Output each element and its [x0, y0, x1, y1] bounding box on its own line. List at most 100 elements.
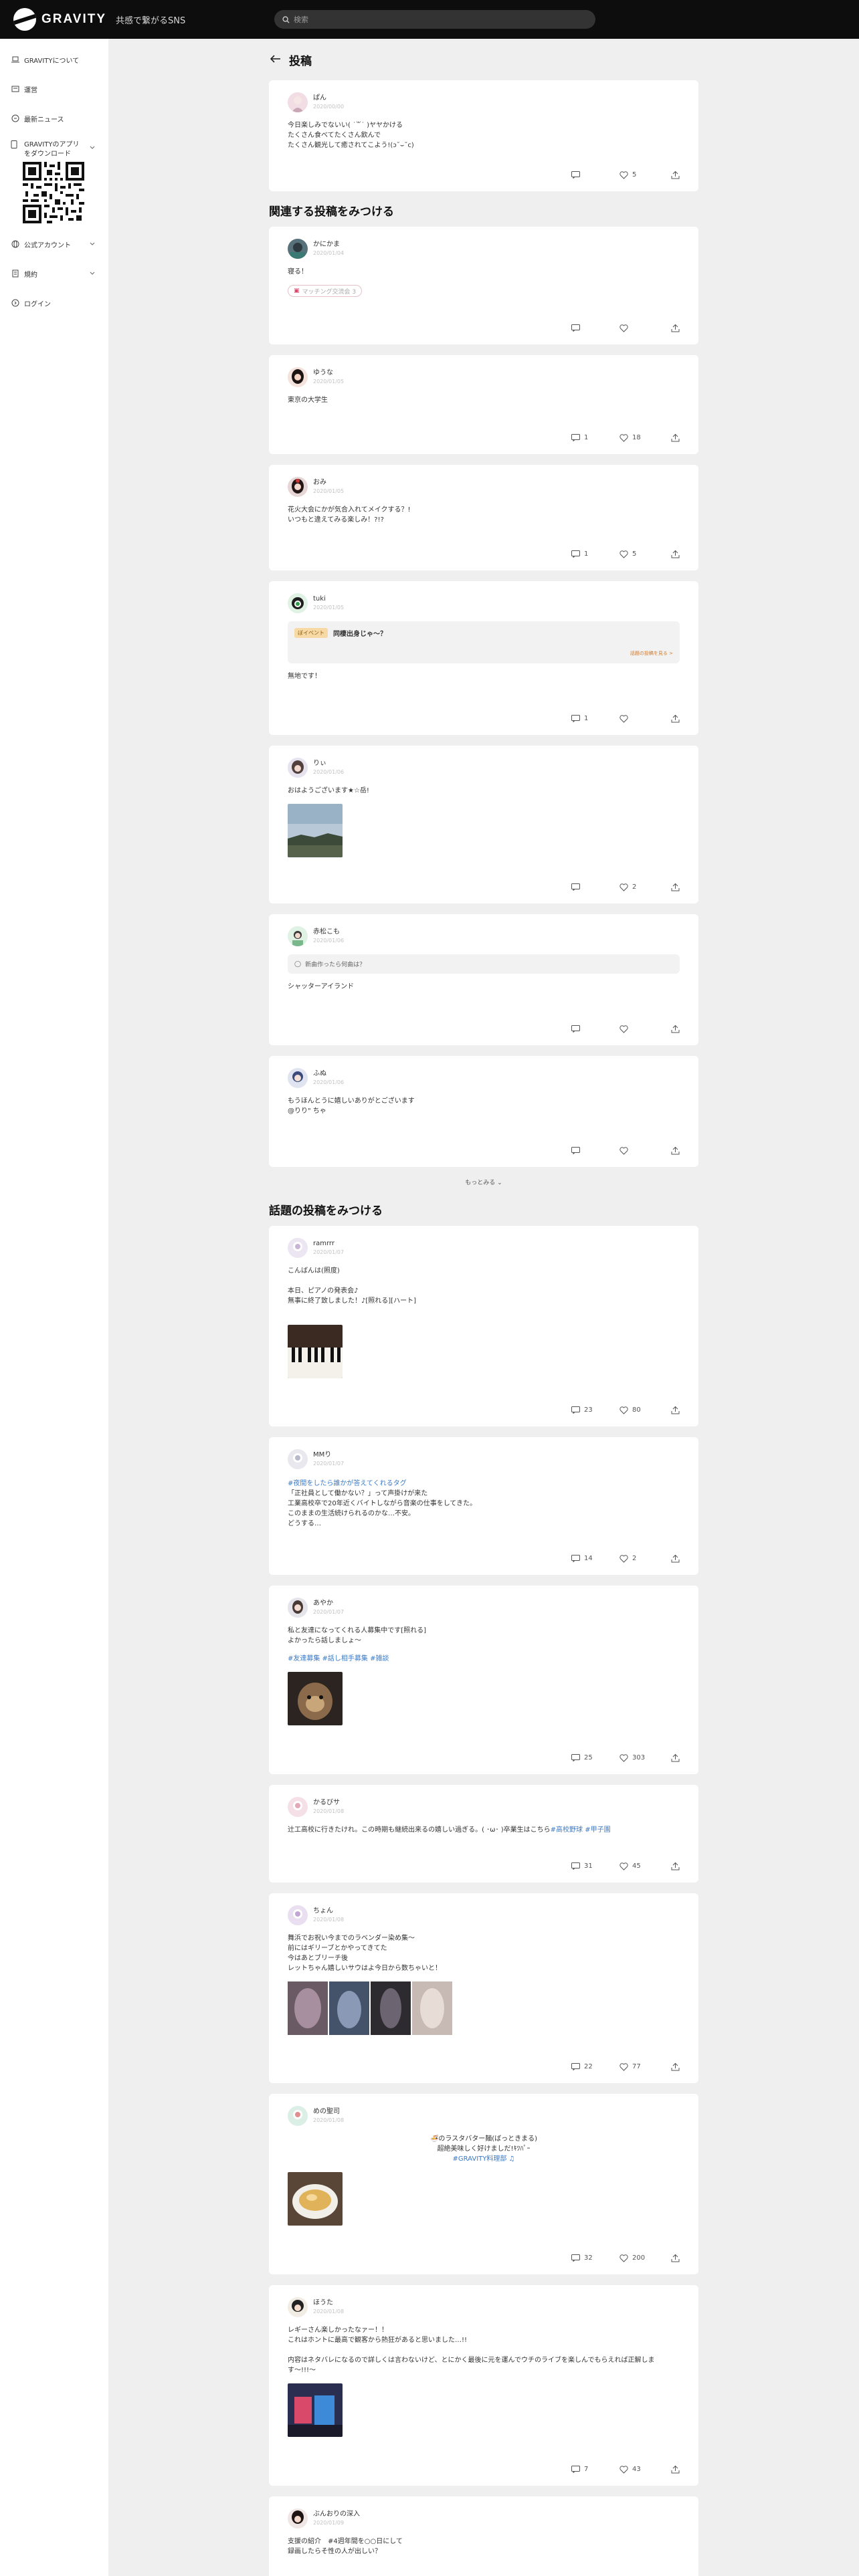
event-link[interactable]: 話題の投稿を見る >	[294, 650, 673, 657]
share-button[interactable]	[668, 1862, 680, 1870]
like-button[interactable]: 5	[619, 171, 668, 179]
comment-button[interactable]: 1	[571, 715, 619, 722]
sidebar-item-operation[interactable]: 運営	[0, 82, 108, 96]
avatar[interactable]	[288, 2297, 308, 2317]
gallery-image[interactable]	[371, 1981, 411, 2035]
post-card[interactable]: かるびサ 2020/01/08 辻工高校に行きたけれ。この時期も継続出来るの嬉しい…	[269, 1785, 698, 1883]
post-card[interactable]: MMり 2020/01/07 #夜間をしたら誰かが答えてくれるタグ 「正社員として…	[269, 1437, 698, 1575]
share-button[interactable]	[668, 1554, 680, 1563]
post-hashtags[interactable]: #GRAVITY料理部 ♫	[288, 2154, 680, 2164]
comment-button[interactable]: 23	[571, 1406, 619, 1414]
post-card[interactable]: めの聖司 2020/01/08 🍜のラスタバター麺(ばっときまる) 超絶美味しく好…	[269, 2094, 698, 2274]
avatar[interactable]	[288, 758, 308, 778]
like-button[interactable]: 2	[619, 883, 668, 891]
avatar[interactable]	[288, 1238, 308, 1258]
sidebar-item-about[interactable]: GRAVITYについて	[0, 52, 108, 67]
comment-button[interactable]: 32	[571, 2254, 619, 2262]
question-box[interactable]: ◯ 新曲作ったら何曲は？	[288, 954, 680, 974]
post-image-piano[interactable]	[288, 1325, 343, 1378]
share-button[interactable]	[668, 1025, 680, 1033]
topic-chip[interactable]: ▣ マッチング交流会 3	[288, 285, 363, 297]
gallery-image[interactable]	[329, 1981, 369, 2035]
like-button[interactable]: 77	[619, 2062, 668, 2071]
sidebar-item-news[interactable]: 最新ニュース	[0, 111, 108, 126]
like-button[interactable]	[619, 324, 668, 332]
share-button[interactable]	[668, 2254, 680, 2262]
username[interactable]: かにかま	[313, 240, 344, 249]
post-image-concert[interactable]	[288, 2383, 343, 2437]
post-card[interactable]: りぃ 2020/01/06 おはようございます★☆岳! 2	[269, 746, 698, 903]
gallery-image[interactable]	[288, 1981, 328, 2035]
sidebar-app-download[interactable]: GRAVITYのアプリ をダウンロード	[0, 140, 108, 223]
avatar[interactable]	[288, 1598, 308, 1618]
main-post-card[interactable]: ぱん 2020/00/00 今日楽しみでないい( ˙꒳˙ )ヤヤかける たくさん…	[269, 80, 698, 191]
like-button[interactable]	[619, 1025, 668, 1033]
post-card[interactable]: 赤松こも 2020/01/06 ◯ 新曲作ったら何曲は？ シャッターアイランド	[269, 914, 698, 1045]
comment-button[interactable]: 25	[571, 1754, 619, 1761]
like-button[interactable]: 43	[619, 2465, 668, 2474]
username[interactable]: あやか	[313, 1599, 344, 1608]
avatar[interactable]	[288, 92, 308, 112]
avatar[interactable]	[288, 367, 308, 387]
post-hashtags[interactable]: #友達募集 #話し相手募集 #雑談	[288, 1654, 680, 1664]
username[interactable]: ぱん	[313, 94, 344, 103]
username[interactable]: ちょん	[313, 1907, 344, 1916]
gallery-image[interactable]	[412, 1981, 452, 2035]
comment-button[interactable]	[571, 1147, 619, 1154]
like-button[interactable]: 18	[619, 433, 668, 442]
avatar[interactable]	[288, 926, 308, 946]
username[interactable]: ゆうな	[313, 368, 344, 378]
like-button[interactable]: 2	[619, 1554, 668, 1563]
avatar[interactable]	[288, 239, 308, 259]
comment-button[interactable]: 7	[571, 2466, 619, 2473]
post-card[interactable]: ゆうな 2020/01/05 東京の大学生 1 18	[269, 355, 698, 454]
sidebar-item-login[interactable]: ログイン	[0, 296, 108, 310]
like-button[interactable]: 200	[619, 2254, 668, 2262]
post-image-food[interactable]	[288, 2172, 343, 2226]
post-card[interactable]: ぶんおりの深入 2020/01/09 支援の紹介 #4週年間を○○日にして 録画し…	[269, 2496, 698, 2576]
avatar[interactable]	[288, 593, 308, 613]
sidebar-item-official-accounts[interactable]: 公式アカウント	[0, 237, 108, 251]
post-hashtags[interactable]: #高校野球 #甲子園	[551, 1826, 611, 1834]
like-button[interactable]: 45	[619, 1862, 668, 1870]
search-input[interactable]: 検索	[274, 10, 595, 29]
avatar[interactable]	[288, 2508, 308, 2529]
brand-logo[interactable]: GRAVITY 共感で繋がるSNS	[13, 8, 274, 31]
share-button[interactable]	[668, 171, 680, 179]
post-hashtags[interactable]: #夜間をしたら誰かが答えてくれるタグ	[288, 1479, 680, 1489]
avatar[interactable]	[288, 1905, 308, 1925]
post-card[interactable]: tuki 2020/01/05 ぼイベント 同棲出身じゃ〜？ 話題の投稿を見る > …	[269, 581, 698, 735]
username[interactable]: ramrrr	[313, 1239, 344, 1249]
like-button[interactable]	[619, 714, 668, 723]
username[interactable]: ほうた	[313, 2298, 344, 2308]
post-image-gallery[interactable]	[288, 1981, 680, 2035]
comment-button[interactable]: 1	[571, 550, 619, 558]
username[interactable]: 赤松こも	[313, 928, 344, 937]
like-button[interactable]: 303	[619, 1753, 668, 1762]
username[interactable]: めの聖司	[313, 2107, 344, 2117]
username[interactable]: ぶんおりの深入	[313, 2510, 360, 2519]
username[interactable]: かるびサ	[313, 1798, 344, 1808]
post-card[interactable]: ちょん 2020/01/08 舞浜でお祝い今までのラベンダー染め集〜 前にはギリー…	[269, 1893, 698, 2083]
like-button[interactable]	[619, 1146, 668, 1155]
username[interactable]: tuki	[313, 595, 344, 604]
comment-button[interactable]	[571, 171, 619, 179]
username[interactable]: りぃ	[313, 759, 344, 768]
post-card[interactable]: ふぬ 2020/01/06 もうほんとうに嬉しいありがとございます @りり" ちゃ	[269, 1056, 698, 1167]
comment-button[interactable]	[571, 324, 619, 332]
avatar[interactable]	[288, 477, 308, 497]
post-card[interactable]: おみ 2020/01/05 花火大会にかが気合入れてメイクする？! いつもと違えて…	[269, 465, 698, 570]
share-button[interactable]	[668, 433, 680, 442]
post-image-dog[interactable]	[288, 1672, 343, 1725]
like-button[interactable]: 5	[619, 550, 668, 558]
comment-button[interactable]	[571, 1025, 619, 1033]
event-quote-box[interactable]: ぼイベント 同棲出身じゃ〜？ 話題の投稿を見る >	[288, 621, 680, 663]
share-button[interactable]	[668, 714, 680, 723]
share-button[interactable]	[668, 1406, 680, 1414]
post-card[interactable]: あやか 2020/01/07 私と友達になってくれる人募集中です[照れる] よかっ…	[269, 1586, 698, 1774]
show-more-button[interactable]: もっとみる ⌄	[269, 1178, 698, 1186]
share-button[interactable]	[668, 1146, 680, 1155]
share-button[interactable]	[668, 2465, 680, 2474]
username[interactable]: ふぬ	[313, 1069, 344, 1079]
share-button[interactable]	[668, 324, 680, 332]
